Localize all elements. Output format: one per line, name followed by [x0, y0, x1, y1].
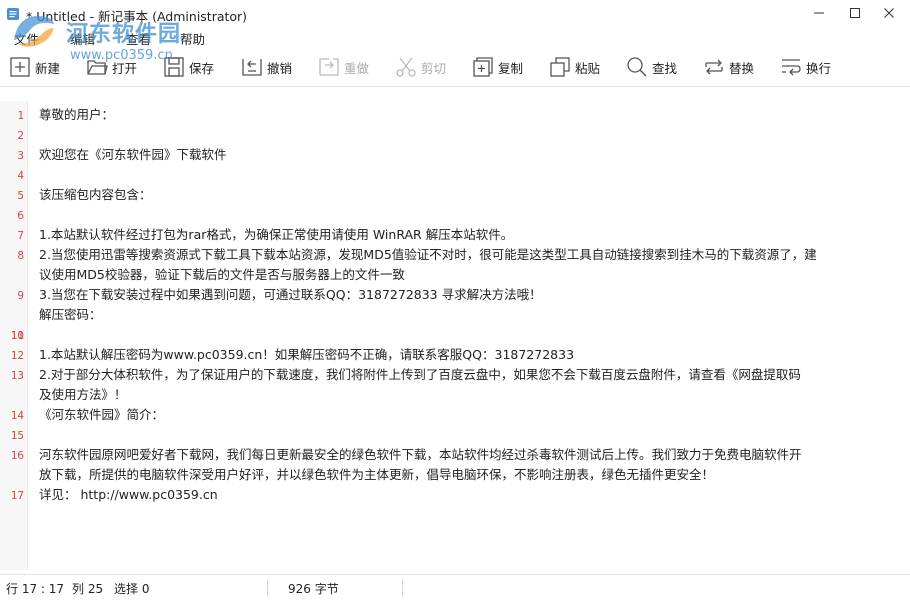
- line-number: 4: [17, 169, 24, 182]
- line-text-wrap: 议使用MD5校验器，验证下载后的文件是否与服务器上的文件一致: [39, 267, 405, 282]
- paste-button[interactable]: 粘贴: [548, 52, 600, 82]
- text-editor[interactable]: 1 尊敬的用户： 2 3 欢迎您在《河东软件园》下载软件 4 5 该压缩包内容包…: [0, 101, 910, 570]
- menu-bar: 文件 编辑 查看 帮助: [0, 28, 910, 48]
- line-number: 14: [10, 409, 24, 422]
- close-button[interactable]: [872, 0, 906, 26]
- menu-file[interactable]: 文件: [14, 29, 39, 48]
- line-number: 11: [10, 329, 24, 342]
- line-text-wrap: 《河东软件园》简介：: [39, 407, 165, 422]
- line-text: 1.本站默认软件经过打包为rar格式，为确保正常使用请使用 WinRAR 解压本…: [39, 227, 514, 242]
- line-number: 13: [10, 369, 24, 382]
- line-number: 5: [17, 189, 24, 202]
- line-number: 3: [17, 149, 24, 162]
- minimize-button[interactable]: [802, 0, 836, 26]
- status-divider: [267, 579, 268, 597]
- menu-edit[interactable]: 编辑: [70, 29, 95, 48]
- cut-button[interactable]: 剪切: [394, 52, 446, 82]
- search-icon: [627, 57, 647, 77]
- line-number: 16: [10, 449, 24, 462]
- find-label: 查找: [652, 60, 678, 76]
- line-text: 该压缩包内容包含：: [39, 187, 152, 202]
- paste-icon: [550, 57, 570, 77]
- maximize-button[interactable]: [838, 0, 872, 26]
- app-icon: [7, 8, 19, 20]
- menu-help[interactable]: 帮助: [180, 29, 205, 48]
- folder-open-icon: [87, 60, 108, 75]
- line-text: 1.本站默认解压密码为www.pc0359.cn！如果解压密码不正确，请联系客服…: [39, 347, 575, 362]
- copy-button[interactable]: 复制: [471, 52, 523, 82]
- line-text: 2.对于部分大体积软件，为了保证用户的下载速度，我们将附件上传到了百度云盘中，如…: [39, 367, 801, 382]
- status-bar: 行 17 : 17 列 25 选择 0 926 字节: [0, 574, 910, 601]
- replace-button[interactable]: 替换: [702, 52, 754, 82]
- line-text-wrap: 及使用方法》！: [39, 387, 127, 402]
- line-text: 欢迎您在《河东软件园》下载软件: [39, 147, 227, 162]
- replace-label: 替换: [729, 60, 755, 76]
- redo-label: 重做: [344, 60, 370, 76]
- replace-icon: [705, 59, 723, 75]
- wrap-icon: [782, 59, 801, 76]
- line-text-wrap: 解压密码：: [39, 307, 102, 322]
- status-divider: [402, 579, 403, 597]
- undo-label: 撤销: [267, 60, 293, 76]
- save-label: 保存: [189, 60, 215, 76]
- line-number: 12: [10, 349, 24, 362]
- line-text-wrap: 放下载，所提供的电脑软件深受用户好评，并以绿色软件为主体更新，倡导电脑环保，不影…: [39, 467, 715, 482]
- line-number: 8: [17, 249, 24, 262]
- undo-button[interactable]: 撤销: [240, 52, 292, 82]
- new-button[interactable]: 新建: [8, 52, 60, 82]
- line-text: 尊敬的用户：: [39, 107, 115, 122]
- save-button[interactable]: 保存: [162, 52, 214, 82]
- status-column: 列 25: [72, 582, 104, 596]
- line-number: 6: [17, 209, 24, 222]
- open-button[interactable]: 打开: [85, 52, 137, 82]
- status-selection: 选择 0: [114, 582, 150, 596]
- line-number: 2: [17, 129, 24, 142]
- undo-icon: [242, 59, 262, 76]
- line-text: 3.当您在下载安装过程中如果遇到问题，可通过联系QQ：3187272833 寻求…: [39, 287, 542, 302]
- line-text: 详见： http://www.pc0359.cn: [39, 487, 218, 502]
- line-number: 17: [10, 489, 24, 502]
- line-text: 河东软件园原网吧爱好者下载网，我们每日更新最安全的绿色软件下载，本站软件均经过杀…: [39, 447, 802, 462]
- redo-icon: [319, 58, 339, 76]
- line-text: 2.当您使用迅雷等搜索资源式下载工具下载本站资源，发现MD5值验证不对时，很可能…: [39, 247, 817, 262]
- save-icon: [164, 57, 184, 77]
- status-bytes: 926 字节: [288, 582, 339, 596]
- line-number: 15: [10, 429, 24, 442]
- line-number: 1: [17, 109, 24, 122]
- close-icon: [884, 8, 894, 18]
- new-label: 新建: [35, 60, 61, 76]
- minimize-icon: [814, 12, 824, 14]
- window-title: * Untitled - 新记事本 (Administrator): [26, 9, 248, 24]
- line-number: 9: [17, 289, 24, 302]
- wrap-button[interactable]: 换行: [779, 52, 831, 82]
- new-file-icon: [10, 57, 30, 77]
- menu-view[interactable]: 查看: [126, 29, 151, 48]
- copy-icon: [473, 57, 493, 77]
- wrap-label: 换行: [806, 60, 832, 76]
- find-button[interactable]: 查找: [625, 52, 677, 82]
- copy-label: 复制: [498, 60, 524, 76]
- maximize-icon: [850, 8, 860, 18]
- cut-label: 剪切: [421, 60, 447, 76]
- redo-button[interactable]: 重做: [317, 52, 369, 82]
- line-number: 7: [17, 229, 24, 242]
- scissors-icon: [396, 57, 416, 77]
- open-label: 打开: [112, 60, 138, 76]
- status-row: 行 17 : 17: [6, 582, 65, 596]
- title-bar: * Untitled - 新记事本 (Administrator): [0, 0, 910, 28]
- paste-label: 粘贴: [575, 60, 601, 76]
- toolbar: 新建 打开 保存 撤销 重做 剪切 复制 粘贴 查找 替换 换行: [0, 48, 910, 87]
